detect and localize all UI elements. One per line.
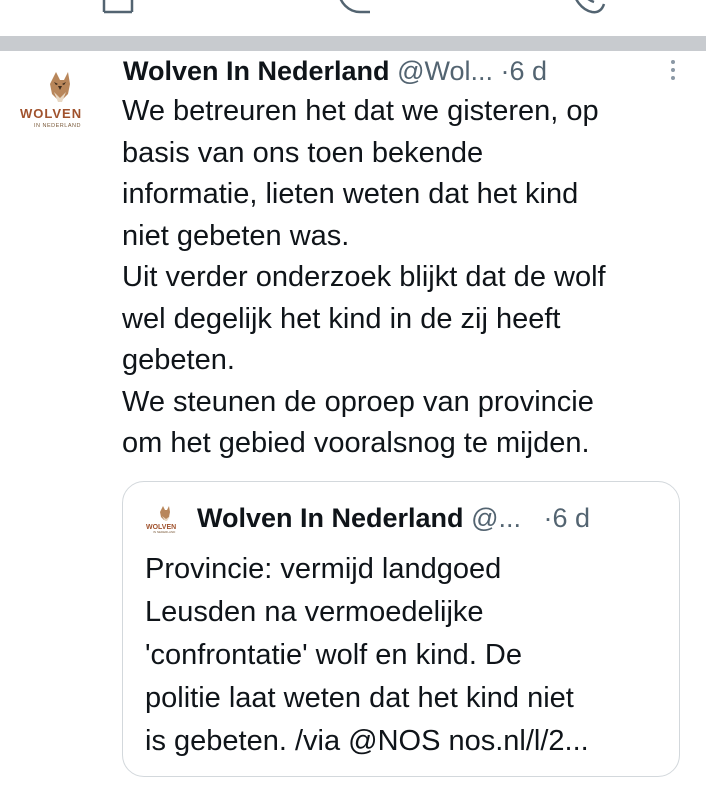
quoted-author-name: Wolven In Nederland <box>197 503 464 533</box>
tweet-line: basis van ons toen bekende <box>122 136 484 169</box>
avatar[interactable]: WOLVEN IN NEDERLAND <box>18 68 104 129</box>
quoted-header: Wolven In Nederland @... ·6 d <box>197 500 667 536</box>
tweet-line: gebeten. <box>122 344 235 376</box>
separator: · <box>500 56 510 86</box>
quoted-line: is gebeten. /via @NOS nos.nl/l/2... <box>145 725 589 757</box>
reply-icon[interactable] <box>334 0 374 18</box>
tweet-header: Wolven In Nederland @Wol... ·6 d <box>123 53 683 89</box>
svg-text:IN NEDERLAND: IN NEDERLAND <box>34 123 81 128</box>
svg-text:IN NEDERLAND: IN NEDERLAND <box>153 530 176 534</box>
bookmark-icon[interactable] <box>98 0 138 18</box>
quoted-avatar: WOLVEN IN NEDERLAND <box>145 504 187 534</box>
tweet-line: We steunen de oproep van provincie <box>122 385 594 418</box>
quoted-line: 'confrontatie' wolf en kind. De <box>145 639 522 671</box>
more-options-icon[interactable] <box>670 60 676 84</box>
timestamp[interactable]: 6 d <box>510 56 548 86</box>
tweet[interactable]: WOLVEN IN NEDERLAND Wolven In Nederland … <box>0 51 706 800</box>
tweet-text: We betreuren het dat we gisteren, op bas… <box>122 91 692 465</box>
quoted-author-handle: @... <box>471 503 521 533</box>
quoted-line: Leusden na vermoedelijke <box>145 596 484 628</box>
tweet-action-bar <box>0 0 706 36</box>
separator: · <box>543 503 553 533</box>
author-handle[interactable]: @Wol... <box>397 56 493 86</box>
section-divider <box>0 36 706 51</box>
quoted-line: Provincie: vermijd landgoed <box>145 553 502 585</box>
quoted-tweet[interactable]: WOLVEN IN NEDERLAND Wolven In Nederland … <box>122 481 680 777</box>
author-name[interactable]: Wolven In Nederland <box>123 56 390 86</box>
tweet-line: om het gebied vooralsnog te mijden. <box>122 427 590 459</box>
quoted-text: Provincie: vermijd landgoed Leusden na v… <box>145 548 665 763</box>
tweet-line: niet gebeten was. <box>122 219 350 252</box>
wolf-logo-icon: WOLVEN IN NEDERLAND <box>20 72 82 129</box>
quoted-line: politie laat weten dat het kind niet <box>145 682 574 714</box>
tweet-line: Uit verder onderzoek blijkt dat de wolf <box>122 261 606 293</box>
tweet-line: We betreuren het dat we gisteren, op <box>122 95 599 127</box>
tweet-line: wel degelijk het kind in de zij heeft <box>122 302 561 335</box>
tweet-line: informatie, lieten weten dat het kind <box>122 178 579 210</box>
wolf-logo-icon: WOLVEN IN NEDERLAND <box>146 506 176 534</box>
quoted-timestamp: 6 d <box>552 503 591 533</box>
svg-text:WOLVEN: WOLVEN <box>20 106 82 121</box>
whatsapp-icon[interactable] <box>568 0 608 18</box>
